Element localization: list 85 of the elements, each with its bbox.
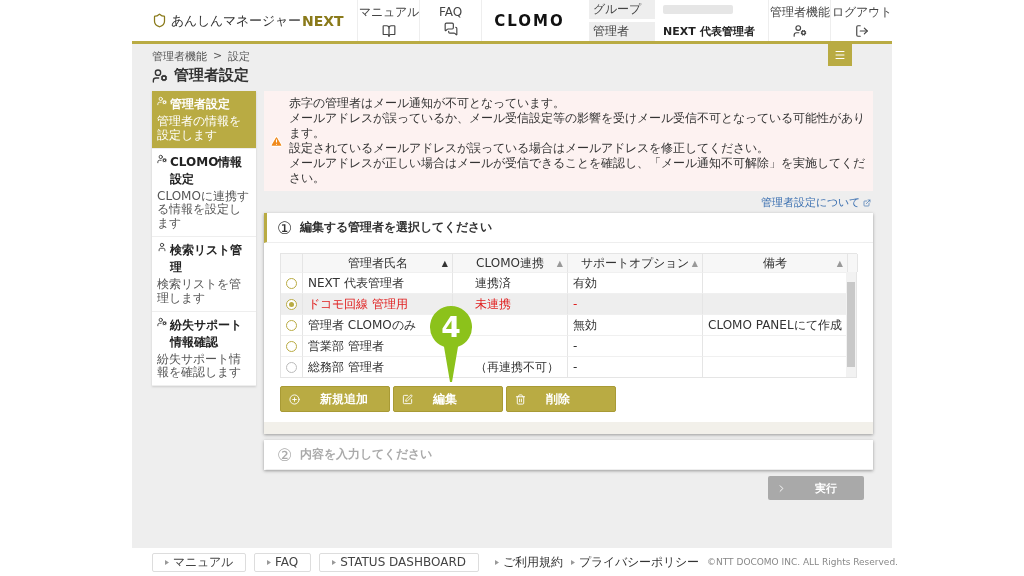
user-gear-icon (157, 316, 167, 327)
table-cell: - (568, 356, 703, 377)
group-label: グループ (589, 0, 655, 19)
table-cell: 未連携 (453, 293, 568, 314)
footer-button[interactable]: STATUS DASHBOARD (319, 552, 479, 572)
admin-label: 管理者 (589, 22, 655, 41)
table-header-cell[interactable]: 備考 ▲ (703, 254, 848, 272)
admin-name: NEXT 代表管理者 (663, 24, 755, 39)
sidebar-item[interactable]: 検索リスト管理 検索リストを管理します (152, 237, 256, 312)
user-gear-icon (157, 153, 167, 164)
blurred-group-name (663, 5, 733, 14)
triangle-right-icon (332, 559, 337, 565)
breadcrumb-item[interactable]: 管理者機能 (152, 49, 207, 66)
radio-button[interactable] (286, 340, 297, 352)
footer-button[interactable]: マニュアル (152, 552, 246, 572)
header-nav-button[interactable]: マニュアル (357, 0, 419, 41)
triangle-right-icon (495, 559, 499, 565)
step-number: ② (277, 444, 293, 465)
sidebar-item-description: CLOMOに連携する情報を設定します (157, 189, 250, 231)
breadcrumb-item[interactable]: 設定 (228, 49, 251, 66)
footer-link[interactable]: ご利用規約 (495, 553, 563, 571)
user-gear-icon (157, 96, 167, 106)
alert-text: 赤字の管理者はメール通知が不可となっています。 (289, 96, 566, 111)
warning-icon (270, 134, 283, 148)
book-icon (381, 23, 396, 38)
user-gear-icon (792, 23, 807, 38)
logo-text: あんしんマネージャー (171, 11, 301, 30)
sidebar-item-title: CLOMO情報設定 (170, 153, 244, 188)
table-cell: ドコモ回線 管理用 (303, 293, 453, 314)
plus-circle-icon (289, 393, 300, 405)
sidebar-item[interactable]: 紛失サポート情報確認 紛失サポート情報を確認します (152, 311, 256, 387)
shield-icon (152, 13, 167, 28)
step-number: ① (277, 217, 293, 238)
sidebar-item-title: 管理者設定 (170, 96, 230, 113)
sidebar-item-title: 検索リスト管理 (170, 242, 243, 276)
brand-logo: CLOMO (494, 11, 565, 30)
triangle-right-icon (267, 559, 271, 565)
triangle-right-icon (165, 559, 169, 565)
table-cell: - (568, 293, 703, 314)
table-cell: 連携済 (453, 272, 568, 293)
sidebar-item-description: 検索リストを管理します (157, 278, 242, 306)
menu-button[interactable] (828, 44, 852, 66)
help-link[interactable]: 管理者設定について (761, 195, 871, 210)
radio-button[interactable] (286, 298, 297, 310)
breadcrumb-separator: > (213, 49, 223, 64)
table-cell: 有効 (568, 272, 703, 293)
trash-icon (515, 393, 526, 405)
radio-button[interactable] (286, 277, 297, 289)
scrollbar[interactable] (846, 272, 856, 377)
menu-icon (834, 49, 846, 61)
header-action-button[interactable]: 管理者機能 (768, 0, 830, 41)
sidebar-item-description: 紛失サポート情報を確認します (157, 352, 242, 381)
sidebar-item[interactable]: CLOMO情報設定 CLOMOに連携する情報を設定します (152, 148, 256, 237)
copyright-text: ©NTT DOCOMO INC. ALL Rights Reserved. (707, 557, 898, 567)
sidebar-item-description: 管理者の情報を設定します (157, 115, 242, 143)
step-title: 内容を入力してください (300, 446, 433, 463)
table-header-cell[interactable]: CLOMO連携 ▲ (453, 254, 568, 272)
alert-text: メールアドレスが正しい場合はメールが受信できることを確認し、「メール通知不可解除」を実施してください。 (289, 156, 866, 186)
table-cell: - (568, 335, 703, 356)
footer-link[interactable]: プライバシーポリシー (571, 553, 699, 571)
header-nav-button[interactable]: FAQ (419, 0, 481, 41)
logo-accent: NEXT (302, 12, 344, 29)
edit-icon (402, 393, 413, 405)
table-cell: （再連携不可） (453, 356, 568, 377)
triangle-right-icon (571, 559, 575, 565)
scrollbar-thumb[interactable] (847, 282, 855, 367)
radio-button[interactable] (286, 319, 297, 331)
header-action-button[interactable]: ログアウト (830, 0, 892, 41)
table-header-cell[interactable]: サポートオプション ▲ (568, 254, 703, 272)
alert-text: メールアドレスが誤っているか、メール受信設定等の影響を受けメール受信不可となっている可能性があります。 (289, 111, 866, 141)
table-header-cell[interactable]: 管理者氏名 ▲ (303, 254, 453, 272)
alert-text: 設定されているメールアドレスが誤っている場合はメールアドレスを修正してください。 (289, 141, 770, 156)
callout-marker: 4 (429, 305, 473, 383)
user-icon (157, 242, 167, 252)
sidebar-item-title: 紛失サポート情報確認 (170, 316, 243, 351)
external-link-icon (863, 198, 871, 207)
table-cell: 無効 (568, 314, 703, 335)
user-gear-icon (152, 67, 168, 84)
sort-icon[interactable]: ▲ (441, 258, 448, 268)
page-title: 管理者設定 (174, 66, 249, 85)
table-cell: NEXT 代表管理者 (303, 272, 453, 293)
step-title: 編集する管理者を選択してください (300, 219, 493, 236)
chat-icon (443, 22, 458, 36)
footer-button[interactable]: FAQ (254, 552, 312, 572)
logout-icon (854, 23, 869, 38)
